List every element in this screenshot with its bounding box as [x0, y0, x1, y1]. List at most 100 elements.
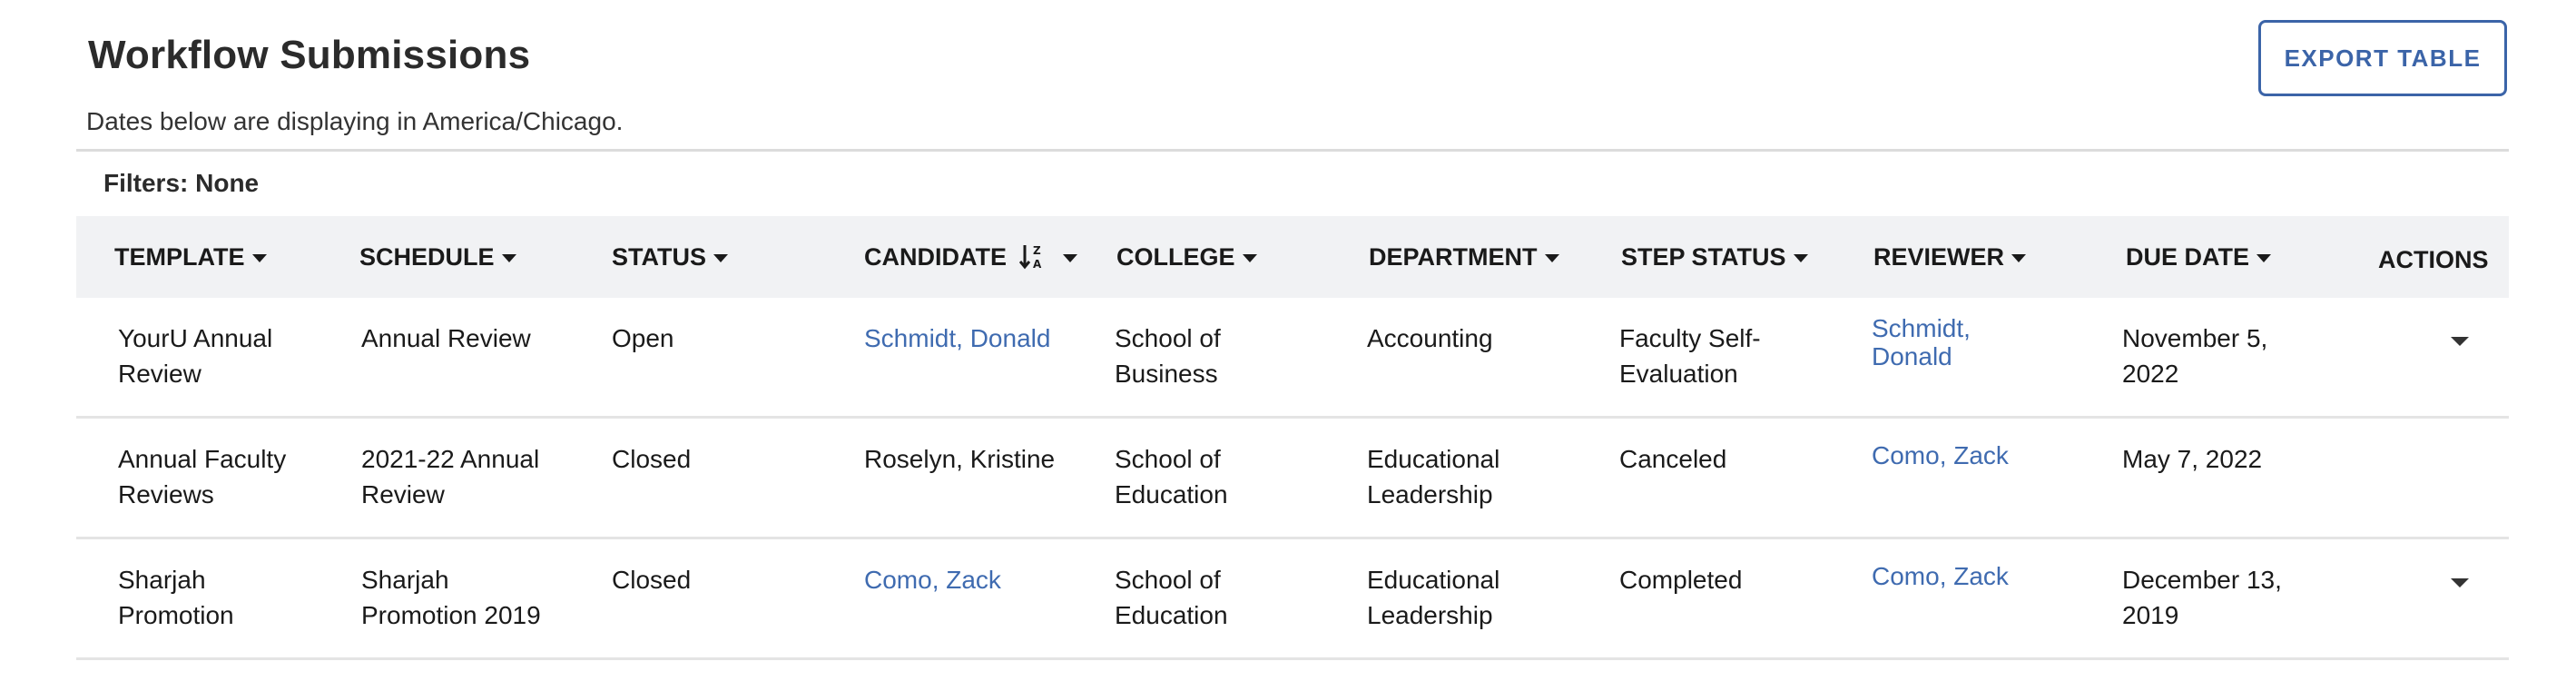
- page-title: Workflow Submissions: [88, 33, 531, 77]
- header-divider: [76, 149, 2509, 152]
- cell-text-line: Annual Review: [361, 324, 531, 352]
- caret-down-icon: [1242, 253, 1257, 262]
- column-header-step-status[interactable]: STEP STATUS: [1621, 216, 1808, 298]
- column-header-label: COLLEGE: [1116, 242, 1235, 271]
- cell-step-status: Completed: [1619, 562, 1742, 597]
- column-header-actions: ACTIONS: [2378, 219, 2489, 301]
- caret-down-icon: [1544, 253, 1559, 262]
- cell-text-line: Como, Zack: [1872, 441, 2009, 469]
- cell-text-line: Educational: [1367, 445, 1500, 473]
- cell-text-line: Donald: [1872, 342, 1952, 370]
- column-header-schedule[interactable]: SCHEDULE: [359, 216, 516, 298]
- reviewer-link[interactable]: Schmidt, Donald: [1872, 314, 1971, 370]
- cell-text-line: 2019: [2122, 601, 2179, 629]
- row-actions-caret-icon[interactable]: [2451, 337, 2469, 346]
- table-row: YourU Annual Review Annual Review Open S…: [76, 298, 2509, 419]
- cell-text-line: Faculty Self-: [1619, 324, 1761, 352]
- cell-status: Closed: [612, 566, 692, 594]
- cell-text-line: Sharjah: [361, 566, 449, 594]
- cell-step-status: Faculty Self- Evaluation: [1619, 321, 1761, 391]
- cell-text-line: Leadership: [1367, 601, 1493, 629]
- column-header-label: STATUS: [612, 242, 706, 271]
- caret-down-icon[interactable]: [1063, 253, 1077, 262]
- cell-text-line: Business: [1115, 360, 1218, 388]
- cell-text-line: Evaluation: [1619, 360, 1738, 388]
- cell-template: Annual Faculty Reviews: [118, 441, 286, 512]
- sort-alpha-desc-icon[interactable]: Z A: [1019, 242, 1047, 271]
- cell-college: School of Education: [1115, 441, 1228, 512]
- table-header: TEMPLATE SCHEDULE STATUS CANDIDATE Z A C…: [76, 216, 2509, 298]
- cell-text-line: Promotion 2019: [361, 601, 541, 629]
- column-header-label: REVIEWER: [1873, 242, 2005, 271]
- reviewer-link[interactable]: Como, Zack: [1872, 558, 2009, 594]
- cell-status: Open: [612, 324, 674, 352]
- cell-text-line: Accounting: [1367, 324, 1493, 352]
- cell-department: Accounting: [1367, 321, 1493, 356]
- column-header-label: STEP STATUS: [1621, 242, 1786, 271]
- column-header-college[interactable]: COLLEGE: [1116, 216, 1257, 298]
- cell-text-line: Completed: [1619, 566, 1743, 594]
- cell-text-line: Promotion: [118, 601, 234, 629]
- caret-down-icon: [2256, 253, 2272, 262]
- column-header-status[interactable]: STATUS: [612, 216, 728, 298]
- cell-text-line: Education: [1115, 601, 1228, 629]
- row-actions-caret-icon[interactable]: [2451, 578, 2469, 587]
- column-header-department[interactable]: DEPARTMENT: [1369, 216, 1559, 298]
- cell-due-date: December 13, 2019: [2122, 562, 2282, 633]
- column-header-label: CANDIDATE: [864, 242, 1007, 271]
- caret-down-icon: [251, 253, 267, 262]
- cell-text-line: Sharjah: [118, 566, 206, 594]
- cell-text-line: Reviews: [118, 480, 214, 508]
- export-table-button[interactable]: EXPORT TABLE: [2258, 20, 2507, 96]
- workflow-submissions-page: Workflow Submissions Dates below are dis…: [0, 0, 2576, 681]
- cell-due-date: November 5, 2022: [2122, 321, 2267, 391]
- cell-schedule: 2021-22 Annual Review: [361, 441, 539, 512]
- cell-text-line: November 5,: [2122, 324, 2268, 352]
- cell-template: YourU Annual Review: [118, 321, 272, 391]
- column-header-candidate[interactable]: CANDIDATE Z A: [864, 216, 1077, 298]
- cell-college: School of Education: [1115, 562, 1228, 633]
- cell-text-line: Review: [361, 480, 445, 508]
- cell-text-line: School of: [1115, 566, 1221, 594]
- cell-text-line: School of: [1115, 324, 1221, 352]
- cell-text-line: 2022: [2122, 360, 2179, 388]
- column-header-label: DEPARTMENT: [1369, 242, 1538, 271]
- cell-department: Educational Leadership: [1367, 562, 1499, 633]
- cell-schedule: Sharjah Promotion 2019: [361, 562, 541, 633]
- candidate-link[interactable]: Como, Zack: [864, 562, 1001, 597]
- timezone-note: Dates below are displaying in America/Ch…: [86, 107, 624, 135]
- cell-text-line: 2021-22 Annual: [361, 445, 540, 473]
- cell-text-line: December 13,: [2122, 566, 2282, 594]
- column-header-due-date[interactable]: DUE DATE: [2126, 216, 2272, 298]
- cell-step-status: Canceled: [1619, 441, 1726, 477]
- column-header-label: TEMPLATE: [114, 242, 245, 271]
- cell-text-line: Review: [118, 360, 202, 388]
- cell-text-line: May 7, 2022: [2122, 445, 2263, 473]
- cell-schedule: Annual Review: [361, 321, 531, 356]
- cell-template: Sharjah Promotion: [118, 562, 234, 633]
- cell-text-line: Education: [1115, 480, 1228, 508]
- candidate-link[interactable]: Schmidt, Donald: [864, 321, 1050, 356]
- reviewer-link[interactable]: Como, Zack: [1872, 438, 2009, 473]
- cell-text-line: Schmidt,: [1872, 314, 1971, 342]
- cell-status: Closed: [612, 445, 692, 473]
- column-header-reviewer[interactable]: REVIEWER: [1873, 216, 2027, 298]
- table-row: Annual Faculty Reviews 2021-22 Annual Re…: [76, 419, 2509, 539]
- cell-text-line: Como, Zack: [1872, 562, 2009, 590]
- caret-down-icon: [2011, 253, 2027, 262]
- svg-text:Z: Z: [1033, 244, 1041, 257]
- cell-college: School of Business: [1115, 321, 1221, 391]
- cell-due-date: May 7, 2022: [2122, 441, 2262, 477]
- svg-text:A: A: [1033, 258, 1042, 271]
- caret-down-icon: [1793, 253, 1808, 262]
- cell-text-line: YourU Annual: [118, 324, 273, 352]
- cell-text-line: Canceled: [1619, 445, 1727, 473]
- column-header-label: DUE DATE: [2126, 242, 2250, 271]
- column-header-template[interactable]: TEMPLATE: [114, 216, 267, 298]
- filters-summary: Filters: None: [103, 169, 260, 197]
- column-header-label: ACTIONS: [2378, 245, 2489, 273]
- cell-department: Educational Leadership: [1367, 441, 1499, 512]
- cell-text-line: School of: [1115, 445, 1221, 473]
- column-header-label: SCHEDULE: [359, 242, 495, 271]
- table-row: Sharjah Promotion Sharjah Promotion 2019…: [76, 539, 2509, 660]
